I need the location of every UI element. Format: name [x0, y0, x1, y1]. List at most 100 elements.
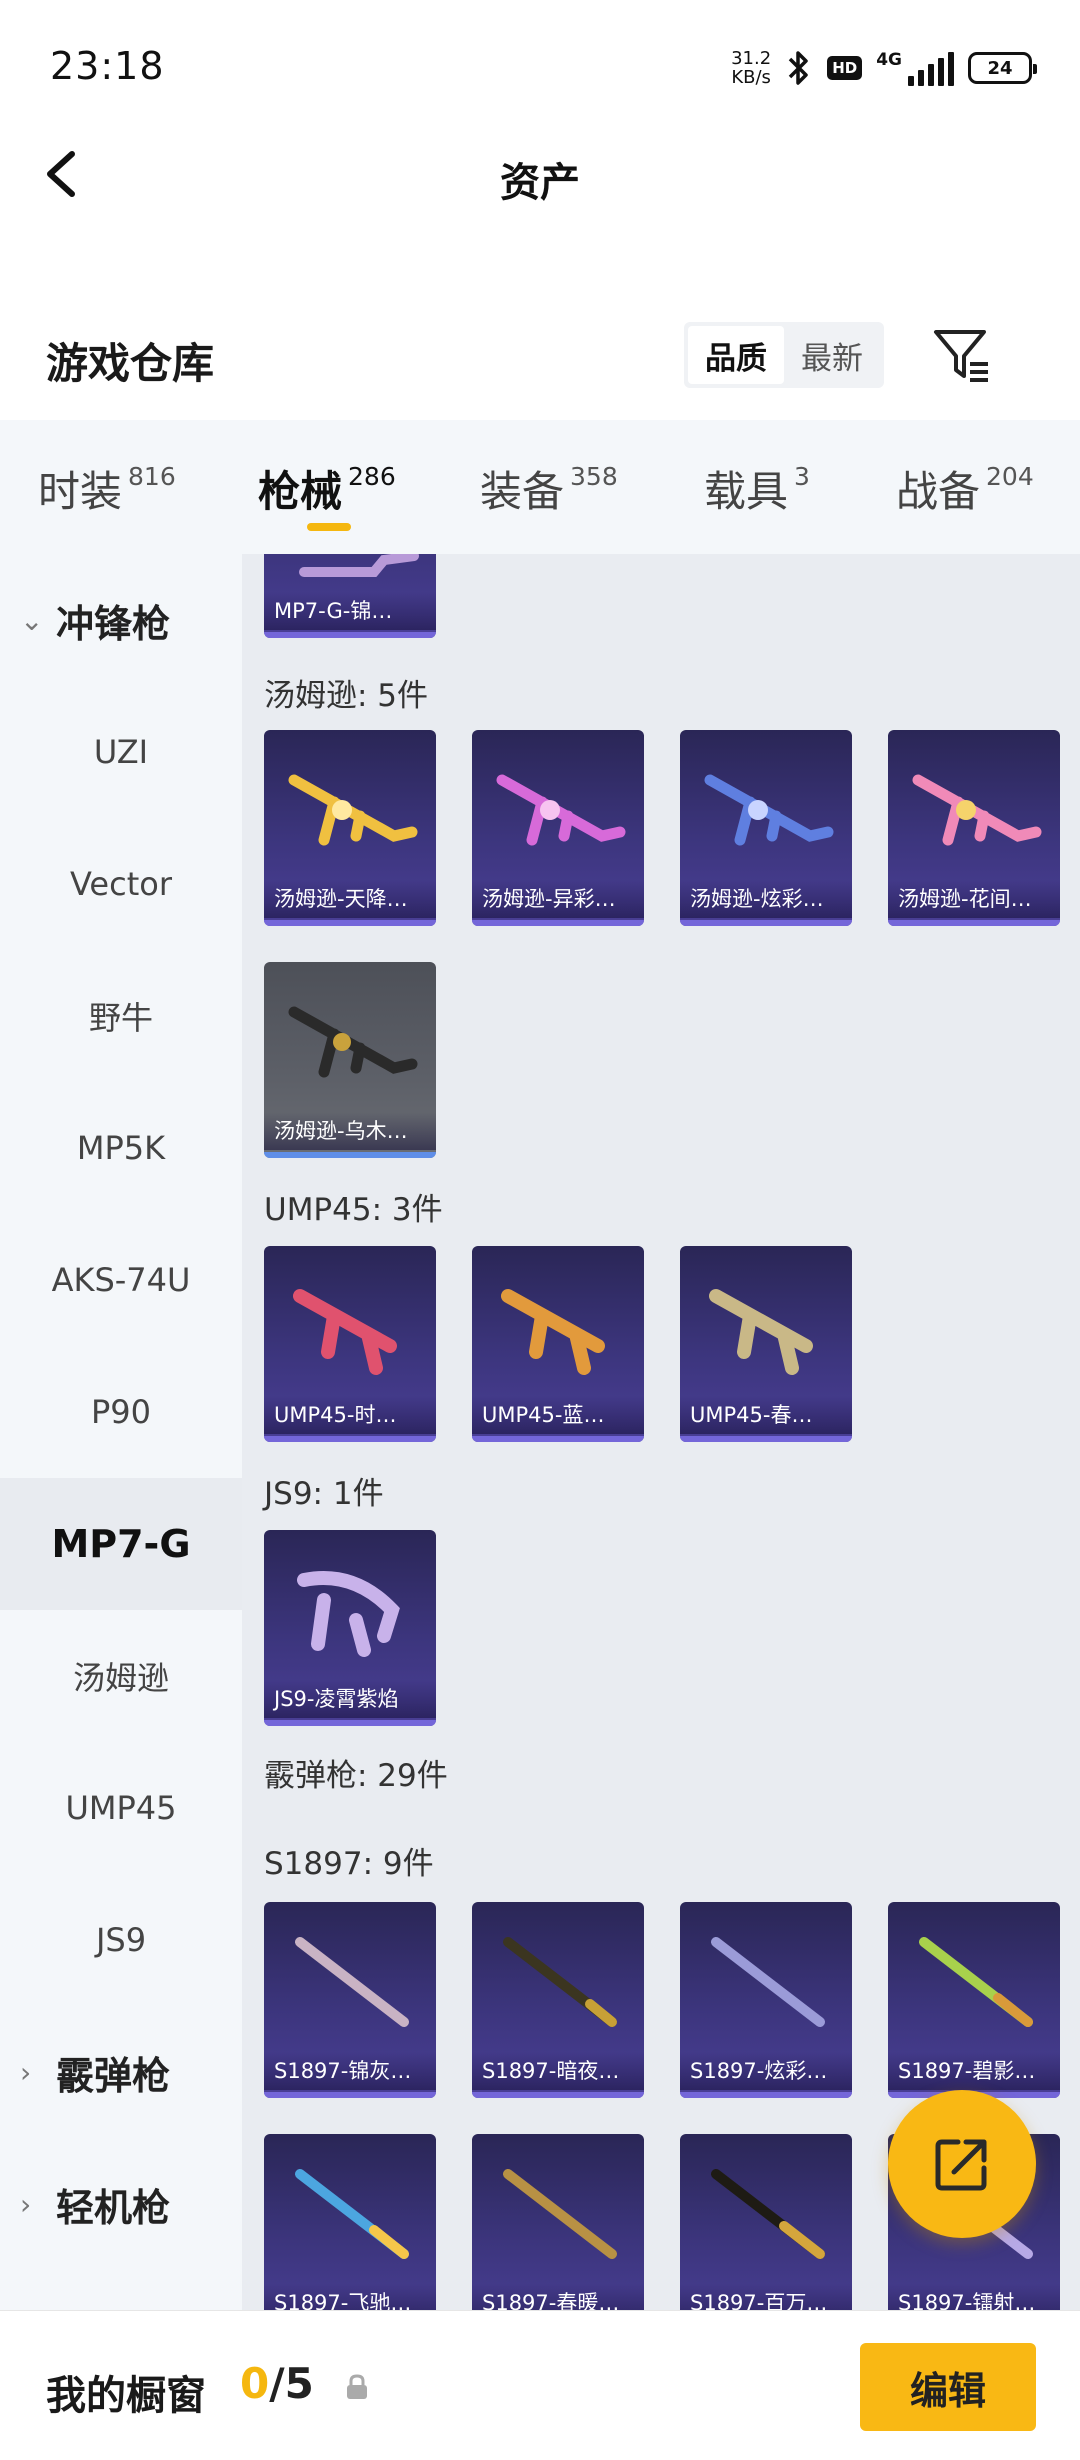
item-card[interactable]: S1897-飞驰… — [264, 2134, 436, 2310]
weapon-image — [711, 1937, 825, 2027]
item-name: 汤姆逊-乌木… — [264, 1112, 436, 1150]
tab-vehicles[interactable]: 载具 3 — [704, 458, 810, 519]
sidebar-item-js9[interactable]: JS9 — [0, 1874, 242, 2006]
network-type: 4G — [876, 50, 902, 70]
net-speed-unit: KB/s — [731, 67, 771, 88]
weapon-type-sidebar: ⌄ 冲锋枪 UZI Vector 野牛 MP5K AKS-74U P90 MP7… — [0, 554, 242, 2310]
share-button[interactable] — [888, 2090, 1036, 2238]
bottom-bar: 我的橱窗 0/5 编辑 — [0, 2310, 1080, 2460]
item-card[interactable]: MP7-G-锦… — [264, 554, 436, 638]
item-name: S1897-碧影… — [888, 2052, 1060, 2090]
item-name: 汤姆逊-天降… — [264, 880, 436, 918]
tab-count: 358 — [570, 462, 618, 491]
item-name: UMP45-春… — [680, 1396, 852, 1434]
sidebar-item-mp5k[interactable]: MP5K — [0, 1082, 242, 1214]
item-card[interactable]: UMP45-春… — [680, 1246, 852, 1442]
sidebar-item-thompson[interactable]: 汤姆逊 — [0, 1610, 242, 1742]
hd-badge: HD — [827, 56, 863, 80]
item-name: S1897-镭射… — [888, 2284, 1060, 2310]
item-name: 汤姆逊-异彩… — [472, 880, 644, 918]
share-icon — [935, 2139, 987, 2191]
sidebar-group-lmg[interactable]: › 轻机枪 — [0, 2138, 242, 2270]
page-header: 资产 — [0, 130, 1080, 220]
sidebar-item-ump45[interactable]: UMP45 — [0, 1742, 242, 1874]
sort-toggle: 品质 最新 — [684, 322, 884, 388]
item-card[interactable]: 汤姆逊-炫彩… — [680, 730, 852, 926]
tab-equipment[interactable]: 装备 358 — [480, 458, 618, 519]
item-card[interactable]: UMP45-时… — [264, 1246, 436, 1442]
item-name: MP7-G-锦… — [264, 592, 436, 630]
weapon-image — [295, 2169, 409, 2259]
sort-option-quality[interactable]: 品质 — [688, 326, 784, 384]
showcase-total: /5 — [269, 2359, 314, 2408]
bluetooth-icon — [788, 51, 808, 85]
tab-label: 战备 — [896, 467, 981, 516]
weapon-image — [704, 774, 834, 846]
category-tabs: 时装 816 枪械 286 装备 358 载具 3 战备 204 — [0, 420, 1080, 554]
weapon-image — [297, 1571, 400, 1657]
sidebar-item-aks74u[interactable]: AKS-74U — [0, 1214, 242, 1346]
item-card[interactable]: 汤姆逊-花间… — [888, 730, 1060, 926]
item-card[interactable]: S1897-碧影… — [888, 1902, 1060, 2098]
weapon-image — [919, 1937, 1033, 2027]
item-name: S1897-飞驰… — [264, 2284, 436, 2310]
section-title-s1897: S1897: 9件 — [264, 1846, 434, 1882]
battery-level: 24 — [987, 57, 1013, 79]
sidebar-group-label: 霰弹枪 — [56, 2053, 171, 2098]
sidebar-item-uzi[interactable]: UZI — [0, 686, 242, 818]
status-icons: 31.2 KB/s HD 4G 24 — [731, 44, 1037, 92]
status-bar: 23:18 31.2 KB/s HD 4G 24 — [0, 0, 1080, 130]
sidebar-item-vector[interactable]: Vector — [0, 818, 242, 950]
item-name: S1897-百万… — [680, 2284, 852, 2310]
item-card[interactable]: S1897-暗夜… — [472, 1902, 644, 2098]
sidebar-item-p90[interactable]: P90 — [0, 1346, 242, 1478]
item-card[interactable]: S1897-锦灰… — [264, 1902, 436, 2098]
lock-icon — [347, 2374, 367, 2399]
net-speed: 31.2 KB/s — [731, 49, 771, 87]
tab-count: 204 — [986, 462, 1034, 491]
page-title: 资产 — [500, 160, 580, 206]
tab-firearms[interactable]: 枪械 286 — [258, 458, 396, 519]
weapon-image — [501, 1289, 605, 1375]
weapon-image — [709, 1289, 813, 1375]
tab-count: 3 — [794, 462, 810, 491]
sidebar-item-mp7g[interactable]: MP7-G — [0, 1478, 242, 1610]
sort-option-latest[interactable]: 最新 — [784, 326, 880, 384]
tab-label: 枪械 — [258, 467, 343, 516]
item-card[interactable]: S1897-炫彩… — [680, 1902, 852, 2098]
chevron-down-icon: ⌄ — [20, 603, 44, 637]
item-card[interactable]: JS9-凌霄紫焰 — [264, 1530, 436, 1726]
section-title-ump45: UMP45: 3件 — [264, 1192, 443, 1228]
battery-icon: 24 — [968, 52, 1037, 84]
filter-button[interactable] — [930, 322, 994, 388]
active-tab-indicator — [307, 523, 351, 531]
item-name: UMP45-蓝… — [472, 1396, 644, 1434]
weapon-image — [711, 2169, 825, 2259]
edit-button[interactable]: 编辑 — [860, 2343, 1036, 2431]
item-card[interactable]: 汤姆逊-天降… — [264, 730, 436, 926]
weapon-image — [295, 1937, 409, 2027]
item-name: S1897-春暖… — [472, 2284, 644, 2310]
tab-fashion[interactable]: 时装 816 — [38, 458, 176, 519]
sidebar-group-label: 冲锋枪 — [56, 601, 171, 646]
net-speed-value: 31.2 — [731, 48, 772, 69]
sidebar-group-shotgun[interactable]: › 霰弹枪 — [0, 2006, 242, 2138]
item-name: S1897-锦灰… — [264, 2052, 436, 2090]
item-card[interactable]: UMP45-蓝… — [472, 1246, 644, 1442]
item-card[interactable]: S1897-百万… — [680, 2134, 852, 2310]
item-card[interactable]: 汤姆逊-异彩… — [472, 730, 644, 926]
item-card[interactable]: S1897-春暖… — [472, 2134, 644, 2310]
tab-count: 816 — [128, 462, 176, 491]
showcase-label: 我的橱窗 — [46, 2373, 206, 2419]
sidebar-group-smg[interactable]: ⌄ 冲锋枪 — [0, 554, 242, 686]
showcase-count: 0/5 — [240, 2359, 314, 2408]
weapon-image — [496, 774, 626, 846]
tab-label: 时装 — [38, 467, 123, 516]
section-title-shotgun: 霰弹枪: 29件 — [264, 1758, 448, 1794]
sidebar-item-bizon[interactable]: 野牛 — [0, 950, 242, 1082]
tab-count: 286 — [348, 462, 396, 491]
chevron-right-icon: › — [20, 2055, 32, 2089]
tab-supplies[interactable]: 战备 204 — [896, 458, 1034, 519]
warehouse-title: 游戏仓库 — [46, 339, 215, 388]
item-card[interactable]: 汤姆逊-乌木… — [264, 962, 436, 1158]
